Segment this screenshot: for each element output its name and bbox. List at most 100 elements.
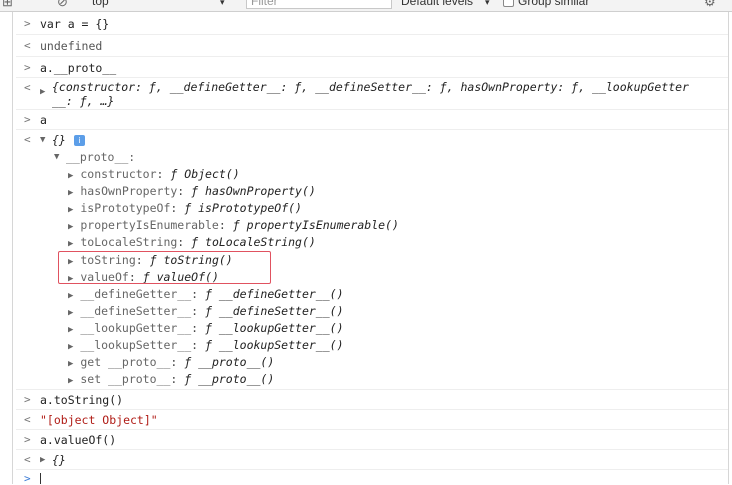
property-colon: : [177,184,192,199]
property-key: hasOwnProperty [80,184,178,199]
highlight-annotation-box [58,251,271,284]
clear-console-icon[interactable]: ⊘ [57,0,68,10]
input-prompt-icon: > [24,393,31,406]
filter-input[interactable]: Filter [246,0,392,9]
proto-property-row[interactable]: ▶ toLocaleString: ƒ toLocaleString() [68,235,316,249]
property-value: __defineSetter__() [218,303,344,318]
property-value: __lookupSetter__() [218,338,344,352]
output-prompt-icon: < [24,453,31,466]
console-output-row: < "[object Object]" [16,410,728,430]
property-colon: : [191,303,205,318]
console-output-row: < ▶ {} [16,450,728,470]
property-colon: : [177,235,192,250]
expand-arrow-icon[interactable]: ▶ [68,222,73,232]
proto-label[interactable]: __proto__: [66,150,135,164]
property-key: propertyIsEnumerable [80,218,219,233]
function-symbol: ƒ [205,286,212,301]
output-prompt-icon: < [24,39,31,52]
expand-arrow-icon[interactable]: ▼ [54,152,59,162]
property-value: Object() [184,167,240,181]
property-key: toLocaleString [80,235,178,250]
sidebar-toggle-icon[interactable]: ⊞ [2,0,13,10]
proto-preview-line2[interactable]: __: ƒ, …} [52,94,114,108]
function-symbol: ƒ [184,355,192,370]
expand-arrow-icon[interactable]: ▶ [68,239,73,249]
log-levels-dropdown[interactable]: Default levels [401,0,473,8]
property-value: __lookupGetter__() [218,320,344,335]
input-prompt-icon: > [24,61,31,74]
function-symbol: ƒ [191,235,199,250]
levels-dropdown-icon[interactable]: ▾ [485,0,490,8]
output-prompt-icon: < [24,81,31,94]
expand-arrow-icon[interactable]: ▶ [68,325,73,335]
input-text: a.__proto__ [40,61,117,75]
input-prompt-icon: > [24,433,31,446]
object-root[interactable]: {} i [52,133,85,147]
group-similar-toggle[interactable]: Group similar [503,0,589,8]
property-colon: : [191,338,205,352]
console-input-row: > a [16,110,728,130]
console-input-row: > a.valueOf() [16,430,728,450]
console-input-row: > a.toString() [16,390,728,410]
expand-arrow-icon[interactable]: ▶ [68,342,73,352]
expand-arrow-icon[interactable]: ▶ [68,291,73,301]
property-key: set __proto__ [80,372,171,387]
proto-property-row[interactable]: ▶ set __proto__: ƒ __proto__() [68,372,274,386]
input-prompt-icon: > [24,472,31,485]
info-icon[interactable]: i [73,135,85,146]
console-input-row: > a.__proto__ [16,57,728,78]
output-prompt-icon: < [24,413,31,426]
proto-property-row[interactable]: ▶ constructor: ƒ Object() [68,167,240,181]
property-key: get __proto__ [80,355,171,370]
function-symbol: ƒ [170,167,178,181]
output-object[interactable]: {} [52,453,66,467]
expand-arrow-icon[interactable]: ▶ [68,359,73,369]
function-symbol: ƒ [205,320,212,335]
proto-property-row[interactable]: ▶ isPrototypeOf: ƒ isPrototypeOf() [68,201,302,215]
proto-preview-line1[interactable]: {constructor: ƒ, __defineGetter__: ƒ, __… [52,80,689,94]
function-symbol: ƒ [184,201,192,216]
expand-arrow-icon[interactable]: ▶ [68,188,73,198]
expand-arrow-icon[interactable]: ▶ [68,205,73,215]
function-symbol: ƒ [232,218,240,233]
proto-property-row[interactable]: ▶ __defineGetter__: ƒ __defineGetter__() [68,287,344,301]
expand-arrow-icon[interactable]: ▶ [68,308,73,318]
property-value: __defineGetter__() [218,286,344,301]
input-text: var a = {} [40,17,110,31]
console-output-row: < ▶ {constructor: ƒ, __defineGetter__: ƒ… [16,78,728,110]
expand-arrow-icon[interactable]: ▶ [68,171,73,181]
property-value: hasOwnProperty() [205,184,316,199]
settings-gear-icon[interactable]: ⚙ [704,0,716,10]
group-similar-checkbox[interactable] [503,0,514,8]
property-colon: : [170,201,185,216]
expand-arrow-icon[interactable]: ▶ [40,455,45,465]
proto-property-row[interactable]: ▶ __lookupSetter__: ƒ __lookupSetter__() [68,338,344,352]
property-key: __lookupGetter__ [80,320,192,335]
property-value: propertyIsEnumerable() [246,218,399,233]
proto-property-row[interactable]: ▶ propertyIsEnumerable: ƒ propertyIsEnum… [68,218,399,232]
proto-property-row[interactable]: ▶ __lookupGetter__: ƒ __lookupGetter__() [68,321,344,335]
output-string: "[object Object]" [40,413,158,427]
expand-arrow-icon[interactable]: ▶ [68,376,73,386]
proto-property-row[interactable]: ▶ get __proto__: ƒ __proto__() [68,355,274,369]
property-key: __lookupSetter__ [80,338,192,352]
function-symbol: ƒ [205,338,212,352]
property-colon: : [191,320,205,335]
proto-property-row[interactable]: ▶ hasOwnProperty: ƒ hasOwnProperty() [68,184,316,198]
console-output-row: < undefined [16,35,728,57]
group-similar-label: Group similar [518,0,590,8]
context-dropdown-icon[interactable]: ▾ [220,0,225,8]
proto-property-row[interactable]: ▶ __defineSetter__: ƒ __defineSetter__() [68,304,344,318]
property-key: isPrototypeOf [80,201,171,216]
text-caret [40,473,41,484]
context-selector[interactable]: top [92,0,109,8]
property-key: __defineSetter__ [80,303,192,318]
property-colon: : [156,167,171,181]
console-prompt-line[interactable]: > [16,470,728,485]
expand-arrow-icon[interactable]: ▼ [40,135,45,145]
function-symbol: ƒ [184,372,192,387]
expand-arrow-icon[interactable]: ▶ [40,87,45,97]
property-value: __proto__() [198,355,275,370]
console-input-row: > var a = {} [16,12,728,35]
input-text: a.valueOf() [40,433,117,447]
